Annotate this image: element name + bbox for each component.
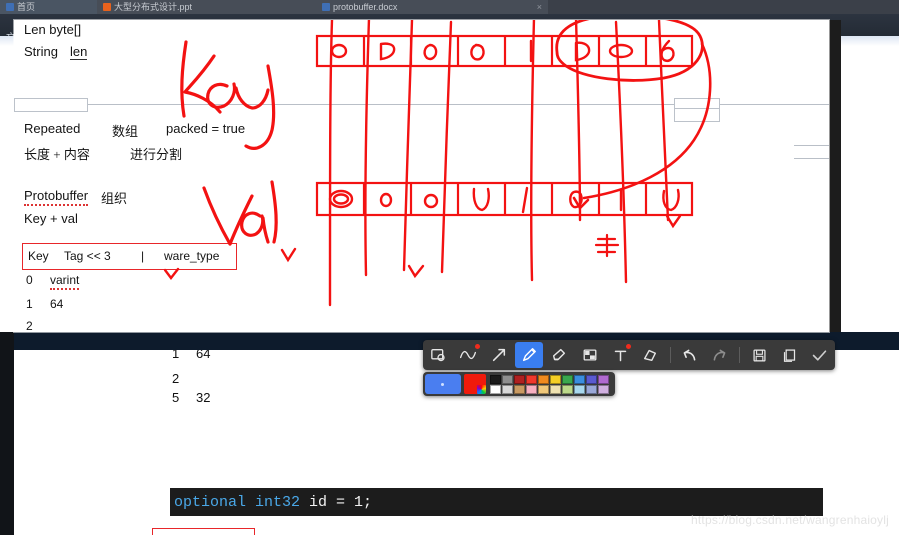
color-swatch-0-8[interactable] bbox=[586, 374, 597, 384]
toolbar-divider bbox=[739, 347, 740, 363]
text-row0-key: 0 bbox=[26, 273, 33, 287]
app-tab-docx[interactable]: protobuffer.docx × bbox=[316, 0, 549, 14]
doc-line-32: 32 bbox=[196, 390, 211, 405]
brush-size-control[interactable] bbox=[425, 374, 461, 394]
color-swatch-0-5[interactable] bbox=[550, 374, 561, 384]
eraser-icon[interactable] bbox=[636, 342, 664, 368]
copy-icon[interactable] bbox=[775, 342, 803, 368]
tool-badge-dot bbox=[626, 344, 632, 349]
text-row2-key: 2 bbox=[26, 319, 33, 332]
toolbar-divider bbox=[669, 347, 671, 363]
arrow-icon[interactable] bbox=[485, 342, 513, 368]
app-tab-ppt[interactable]: 大型分布式设计.ppt× bbox=[97, 0, 328, 14]
text-key-val: Key + val bbox=[24, 211, 78, 226]
doc-line-2: 2 bbox=[172, 371, 180, 386]
code-token-optional: optional bbox=[174, 493, 247, 511]
page-tab-right-b bbox=[674, 108, 720, 122]
color-swatch-grid[interactable] bbox=[490, 374, 609, 394]
text-ware-type: ware_type bbox=[164, 249, 220, 263]
capture-left-band bbox=[0, 332, 14, 535]
code-token-int32: int32 bbox=[255, 493, 301, 511]
text-length-content-cn: 长度 + 内容 bbox=[24, 147, 90, 162]
tool-badge-dot bbox=[474, 344, 480, 349]
brush-size-dot bbox=[441, 383, 444, 386]
text-len: len bbox=[70, 44, 88, 60]
rect-select-icon[interactable] bbox=[424, 342, 452, 368]
text-protobuffer: Protobuffer bbox=[24, 188, 89, 206]
text-split-cn: 进行分割 bbox=[130, 147, 183, 162]
ink-annotations bbox=[163, 20, 712, 307]
redo-icon[interactable] bbox=[706, 342, 734, 368]
ppt-file-icon bbox=[103, 3, 111, 11]
app-tab-label: 大型分布式设计.ppt bbox=[114, 2, 193, 12]
save-icon[interactable] bbox=[745, 342, 773, 368]
text-array-cn: 数组 bbox=[112, 124, 139, 139]
text-key: Key bbox=[28, 249, 49, 263]
docx-file-icon bbox=[322, 3, 330, 11]
annotation-toolbar[interactable] bbox=[423, 340, 835, 370]
text-row1-key: 1 bbox=[26, 297, 33, 311]
capture-region[interactable]: Len byte[] String len Repeated 数组 packed… bbox=[14, 20, 829, 332]
text-string: String bbox=[24, 44, 58, 59]
app-tab-label: 首页 bbox=[17, 2, 36, 12]
color-swatch-1-6[interactable] bbox=[562, 384, 573, 394]
app-tab-label: protobuffer.docx bbox=[333, 2, 398, 12]
id-value-box: Id = 10 bbox=[152, 528, 255, 535]
color-swatch-0-7[interactable] bbox=[574, 374, 585, 384]
color-swatch-1-4[interactable] bbox=[538, 384, 549, 394]
color-swatch-0-4[interactable] bbox=[538, 374, 549, 384]
curve-icon[interactable] bbox=[454, 342, 482, 368]
page-tab-left bbox=[14, 98, 88, 112]
text-row0-val: varint bbox=[50, 273, 80, 290]
color-swatch-0-2[interactable] bbox=[514, 374, 525, 384]
text-icon[interactable] bbox=[606, 342, 634, 368]
watermark: https://blog.csdn.net/wangrenhaioylj bbox=[691, 513, 889, 527]
text-packed-true: packed = true bbox=[166, 121, 246, 136]
color-palette-bar[interactable] bbox=[423, 372, 615, 396]
screen: 首页 大型分布式设计.ppt× protobuffer.docx× 文件 bbox=[0, 0, 899, 535]
highlighter-icon[interactable] bbox=[545, 342, 573, 368]
text-row1-val: 64 bbox=[50, 297, 64, 311]
text-organize-cn: 组织 bbox=[101, 191, 128, 206]
color-picker-icon[interactable] bbox=[477, 385, 486, 394]
pencil-icon[interactable] bbox=[514, 342, 544, 368]
color-swatch-1-1[interactable] bbox=[502, 384, 513, 394]
color-swatch-1-0[interactable] bbox=[490, 384, 501, 394]
text-pipe: | bbox=[141, 249, 145, 263]
color-swatch-1-9[interactable] bbox=[598, 384, 609, 394]
color-swatch-1-8[interactable] bbox=[586, 384, 597, 394]
color-swatch-0-3[interactable] bbox=[526, 374, 537, 384]
color-swatch-0-0[interactable] bbox=[490, 374, 501, 384]
code-block: optional int32 id = 1; bbox=[170, 488, 823, 516]
text-tag-shift: Tag << 3 bbox=[64, 249, 111, 263]
color-swatch-0-9[interactable] bbox=[598, 374, 609, 384]
text-repeated: Repeated bbox=[24, 121, 81, 136]
confirm-icon[interactable] bbox=[806, 342, 834, 368]
color-swatch-0-6[interactable] bbox=[562, 374, 573, 384]
text-len-byte: Len byte[] bbox=[24, 22, 82, 37]
home-icon bbox=[6, 3, 14, 11]
color-swatch-0-1[interactable] bbox=[502, 374, 513, 384]
color-swatch-1-7[interactable] bbox=[574, 384, 585, 394]
capture-right-band bbox=[829, 20, 841, 332]
doc-line-5: 5 bbox=[172, 390, 180, 405]
color-swatch-1-5[interactable] bbox=[550, 384, 561, 394]
close-icon[interactable]: × bbox=[537, 0, 542, 14]
app-tab-home[interactable]: 首页 bbox=[0, 0, 109, 14]
page-separator-2 bbox=[794, 145, 829, 146]
undo-icon[interactable] bbox=[675, 342, 703, 368]
document-tabbar: 首页 大型分布式设计.ppt× protobuffer.docx × bbox=[0, 0, 899, 14]
color-swatch-1-2[interactable] bbox=[514, 384, 525, 394]
current-color-swatch[interactable] bbox=[464, 374, 486, 394]
color-swatch-1-3[interactable] bbox=[526, 384, 537, 394]
page-separator-3 bbox=[794, 158, 829, 159]
code-token-rest: id = 1; bbox=[300, 493, 373, 511]
mosaic-icon[interactable] bbox=[576, 342, 604, 368]
